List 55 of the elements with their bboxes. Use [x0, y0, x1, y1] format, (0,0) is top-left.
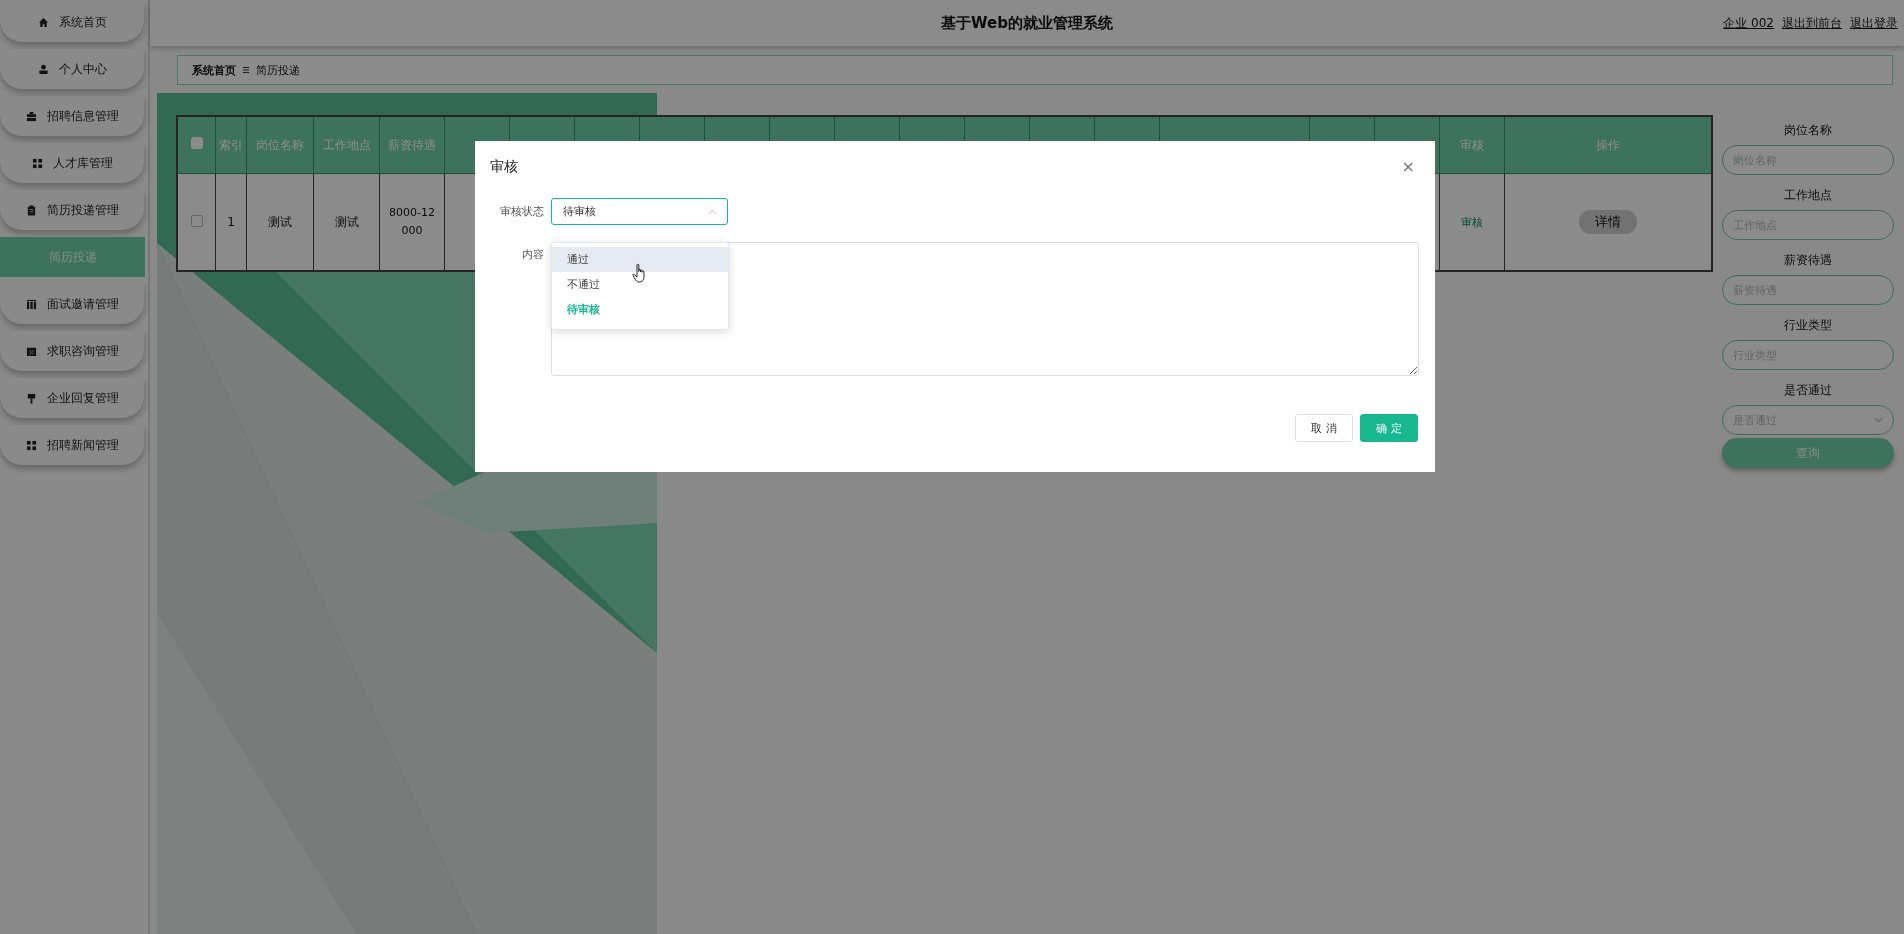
field-label: 行业类型 [1783, 317, 1832, 334]
field-label: 内容 [521, 247, 545, 262]
table-cell: 8000-12000 [379, 173, 445, 271]
app-title: 基于Web的就业管理系统 [941, 13, 1113, 33]
field-label: 工作地点 [1783, 187, 1832, 204]
field-label: 审核状态 [499, 204, 545, 219]
sidebar-item[interactable]: 面试邀请管理 [0, 284, 144, 324]
user-icon [37, 63, 49, 75]
sidebar-item[interactable]: 招聘信息管理 [0, 96, 144, 136]
cancel-button[interactable]: 取 消 [1295, 414, 1353, 442]
header-link[interactable]: 退出登录 [1850, 15, 1898, 32]
field-label: 薪资待遇 [1783, 252, 1832, 269]
chevron-down-icon [1873, 417, 1883, 423]
status-select[interactable]: 待审核 [551, 198, 728, 225]
sidebar-item[interactable]: 求职咨询管理 [0, 331, 144, 371]
breadcrumb-link[interactable]: 系统首页 [192, 62, 236, 78]
column-header: 审核 [1439, 116, 1505, 174]
chevron-up-icon [708, 208, 717, 215]
column-header: 工作地点 [313, 116, 380, 174]
header-link[interactable]: 退出到前台 [1782, 15, 1842, 32]
field-label: 是否通过 [1783, 382, 1832, 399]
column-header: 岗位名称 [246, 116, 314, 174]
sidebar-item[interactable]: 个人中心 [0, 49, 144, 89]
sidebar-item[interactable]: 企业回复管理 [0, 378, 144, 418]
grid-icon [31, 157, 43, 169]
dropdown-option[interactable]: 通过 [552, 247, 728, 272]
column-header: 薪资待遇 [379, 116, 445, 174]
sidebar-item[interactable]: 招聘新闻管理 [0, 425, 144, 465]
bars-icon [25, 298, 37, 310]
clipboard-icon [25, 204, 37, 216]
review-link[interactable]: 审核 [1461, 215, 1483, 229]
box-icon [25, 345, 37, 357]
pin-icon [25, 392, 37, 404]
table-cell: 测试 [313, 173, 380, 271]
home-icon [37, 16, 49, 28]
dialog-title: 审核 [490, 158, 518, 176]
table-cell: 测试 [246, 173, 314, 271]
detail-button[interactable]: 详情 [1579, 210, 1637, 234]
grid-icon [25, 439, 37, 451]
hand-cursor-icon [632, 263, 648, 284]
row-checkbox[interactable] [190, 214, 203, 227]
table-cell: 1 [215, 173, 247, 271]
sidebar-item[interactable]: 系统首页 [0, 2, 144, 42]
breadcrumb-current: 简历投递 [256, 62, 300, 78]
user-name: 企业 002 [1723, 15, 1774, 32]
field-label: 岗位名称 [1783, 122, 1832, 139]
briefcase-icon [25, 110, 37, 122]
column-header: 操作 [1504, 116, 1712, 174]
column-header: 索引 [215, 116, 247, 174]
close-button[interactable]: × [1397, 159, 1419, 175]
sidebar-item[interactable]: 简历投递管理 [0, 190, 144, 230]
menu-icon [242, 66, 250, 74]
select-all-checkbox[interactable] [190, 137, 203, 149]
sidebar-item[interactable]: 人才库管理 [0, 143, 144, 183]
dropdown-option[interactable]: 不通过 [552, 272, 728, 297]
